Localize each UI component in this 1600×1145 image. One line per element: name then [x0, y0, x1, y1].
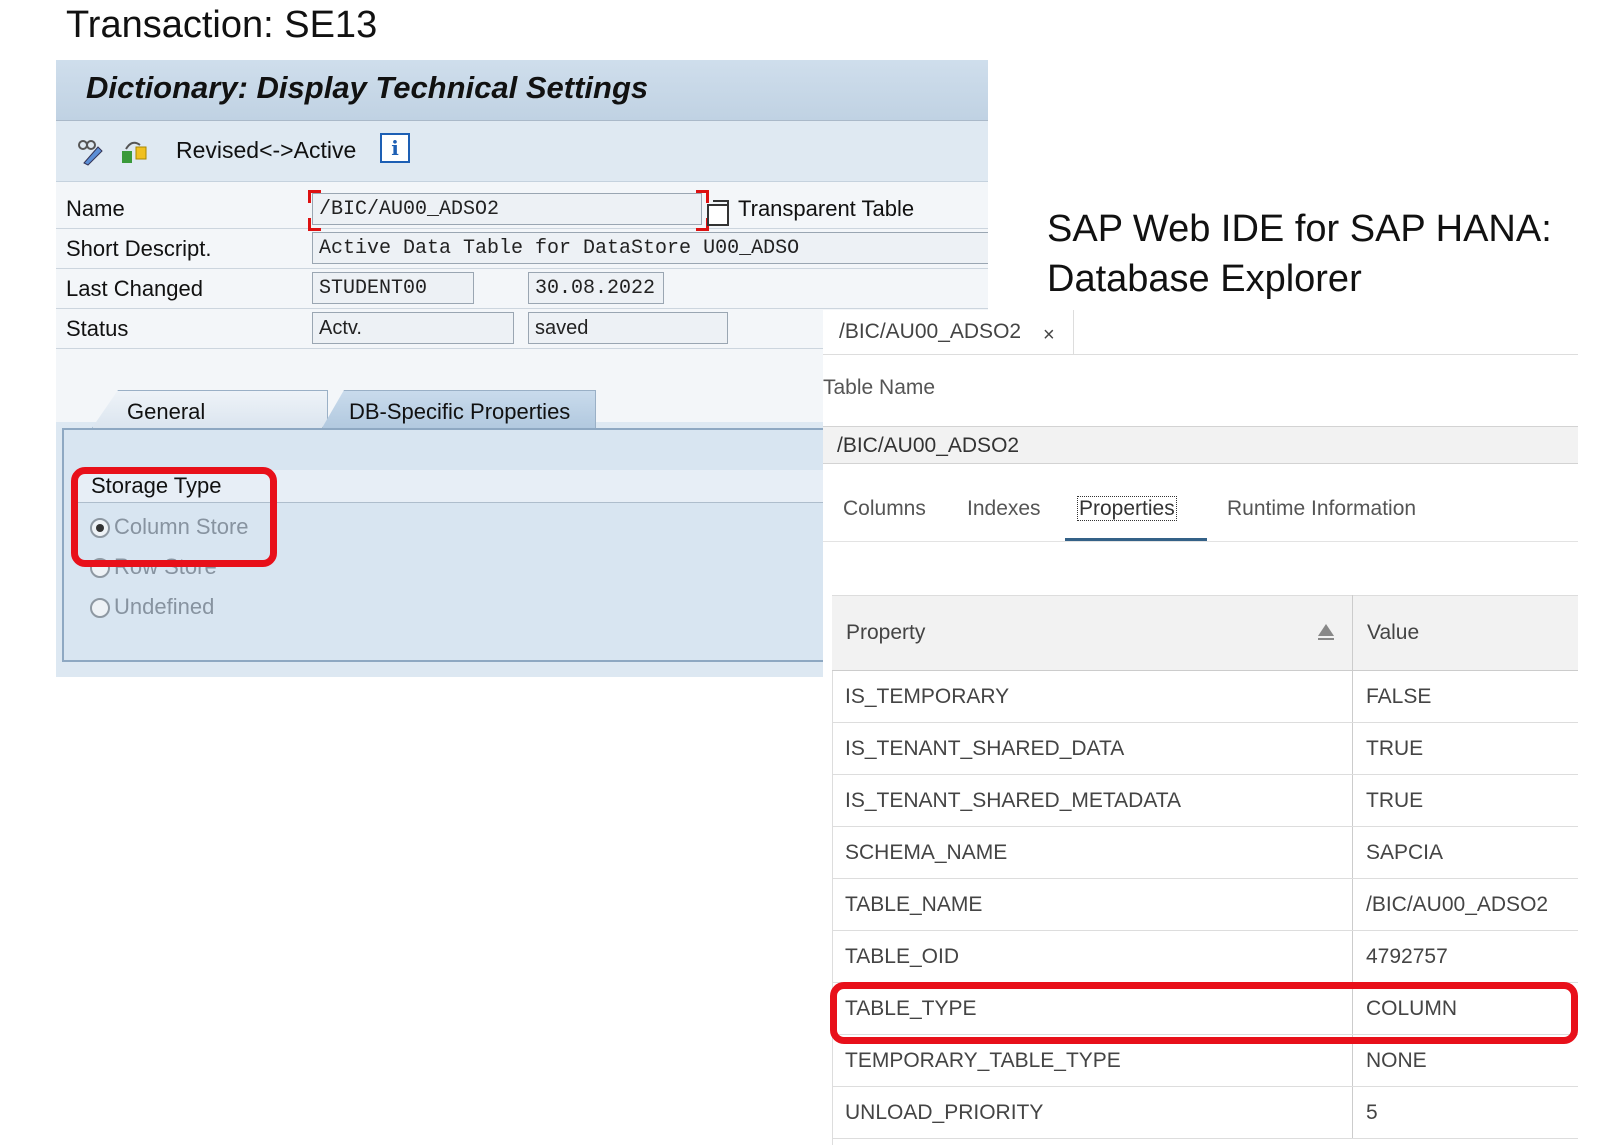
table-row[interactable]: UNLOAD_PRIORITY 5 [832, 1086, 1578, 1139]
web-ide-caption-line2: Database Explorer [1047, 258, 1362, 300]
short-description-row: Short Descript. Active Data Table for Da… [56, 228, 988, 269]
name-row: Name /BIC/AU00_ADSO2 Transparent Table [56, 188, 988, 231]
tab-properties[interactable]: Properties [1077, 496, 1177, 521]
value-cell: 4792757 [1352, 930, 1578, 983]
required-corner-marker [308, 190, 321, 203]
property-cell: UNLOAD_PRIORITY [832, 1086, 1353, 1139]
last-changed-label: Last Changed [66, 276, 203, 301]
property-column-header[interactable]: Property [832, 595, 1353, 671]
tab-runtime-information[interactable]: Runtime Information [1227, 497, 1416, 521]
undefined-option[interactable]: Undefined [90, 594, 214, 620]
info-icon[interactable]: i [380, 133, 410, 163]
short-description-field[interactable]: Active Data Table for DataStore U00_ADSO [312, 232, 988, 264]
table-name-field[interactable]: /BIC/AU00_ADSO2 [823, 426, 1578, 464]
divider [823, 354, 1578, 355]
radio-unselected-icon[interactable] [90, 598, 110, 619]
storage-type-highlight [71, 467, 277, 567]
name-field[interactable]: /BIC/AU00_ADSO2 [312, 193, 702, 225]
status-field[interactable]: Actv. [312, 312, 514, 344]
property-cell: IS_TENANT_SHARED_DATA [832, 722, 1353, 775]
sap-toolbar: Revised<->Active i [56, 121, 988, 182]
value-cell: SAPCIA [1352, 826, 1578, 879]
table-type-highlight [830, 982, 1578, 1044]
display-change-icon[interactable] [76, 137, 106, 167]
undefined-label: Undefined [114, 594, 215, 619]
property-cell: TABLE_OID [832, 930, 1353, 983]
table-row[interactable]: SCHEMA_NAME SAPCIA [832, 826, 1578, 879]
properties-table: Property Value IS_TEMPORARY FALSE IS_TENA… [832, 595, 1578, 1139]
revised-active-button[interactable]: Revised<->Active [176, 137, 356, 164]
value-cell: TRUE [1352, 722, 1578, 775]
short-description-label: Short Descript. [66, 236, 212, 261]
tab-properties-label: Properties [1077, 496, 1177, 521]
tab-indexes[interactable]: Indexes [967, 497, 1041, 521]
value-cell: 5 [1352, 1086, 1578, 1139]
table-row[interactable]: IS_TENANT_SHARED_METADATA TRUE [832, 774, 1578, 827]
sap-page-title: Dictionary: Display Technical Settings [86, 70, 649, 105]
editor-tab[interactable]: /BIC/AU00_ADSO2 × [823, 310, 1074, 354]
close-icon[interactable]: × [1043, 324, 1055, 347]
table-row[interactable]: TABLE_OID 4792757 [832, 930, 1578, 983]
copy-icon[interactable] [707, 200, 729, 226]
table-name-label: Table Name [823, 376, 936, 399]
property-cell: IS_TEMPORARY [832, 670, 1353, 723]
table-row[interactable]: IS_TEMPORARY FALSE [832, 670, 1578, 723]
value-cell: /BIC/AU00_ADSO2 [1352, 878, 1578, 931]
web-ide-caption-line1: SAP Web IDE for SAP HANA: [1047, 208, 1552, 250]
table-header-row: Property Value [832, 595, 1578, 671]
property-cell: IS_TENANT_SHARED_METADATA [832, 774, 1353, 827]
editor-tab-label[interactable]: /BIC/AU00_ADSO2 [839, 320, 1021, 344]
value-cell: TRUE [1352, 774, 1578, 827]
tab-columns[interactable]: Columns [843, 497, 926, 521]
object-type-label: Transparent Table [738, 196, 915, 221]
transaction-caption: Transaction: SE13 [66, 4, 378, 46]
sort-icon[interactable] [1318, 624, 1334, 640]
required-corner-marker [696, 190, 709, 203]
table-row[interactable]: IS_TENANT_SHARED_DATA TRUE [832, 722, 1578, 775]
active-revised-toggle-icon[interactable] [120, 137, 150, 167]
property-cell: SCHEMA_NAME [832, 826, 1353, 879]
tab-general-properties[interactable]: General Properties [92, 390, 328, 428]
last-changed-user-field[interactable]: STUDENT00 [312, 272, 474, 304]
value-column-header[interactable]: Value [1352, 595, 1578, 671]
sap-title-bar: Dictionary: Display Technical Settings [56, 60, 988, 121]
table-row[interactable]: TABLE_NAME/BIC/AU00_ADSO2 [832, 878, 1578, 931]
last-changed-date-field[interactable]: 30.08.2022 [528, 272, 664, 304]
status-state-field[interactable]: saved [528, 312, 728, 344]
tab-db-specific-properties[interactable]: DB-Specific Properties [322, 390, 596, 428]
web-ide-caption: SAP Web IDE for SAP HANA: Database Explo… [1047, 204, 1552, 304]
property-header-label: Property [846, 621, 926, 644]
name-label: Name [66, 196, 125, 221]
value-cell: FALSE [1352, 670, 1578, 723]
divider [823, 541, 1578, 542]
status-label: Status [66, 316, 129, 341]
property-cell: TABLE_NAME [832, 878, 1353, 931]
last-changed-row: Last Changed STUDENT00 30.08.2022 [56, 268, 988, 309]
